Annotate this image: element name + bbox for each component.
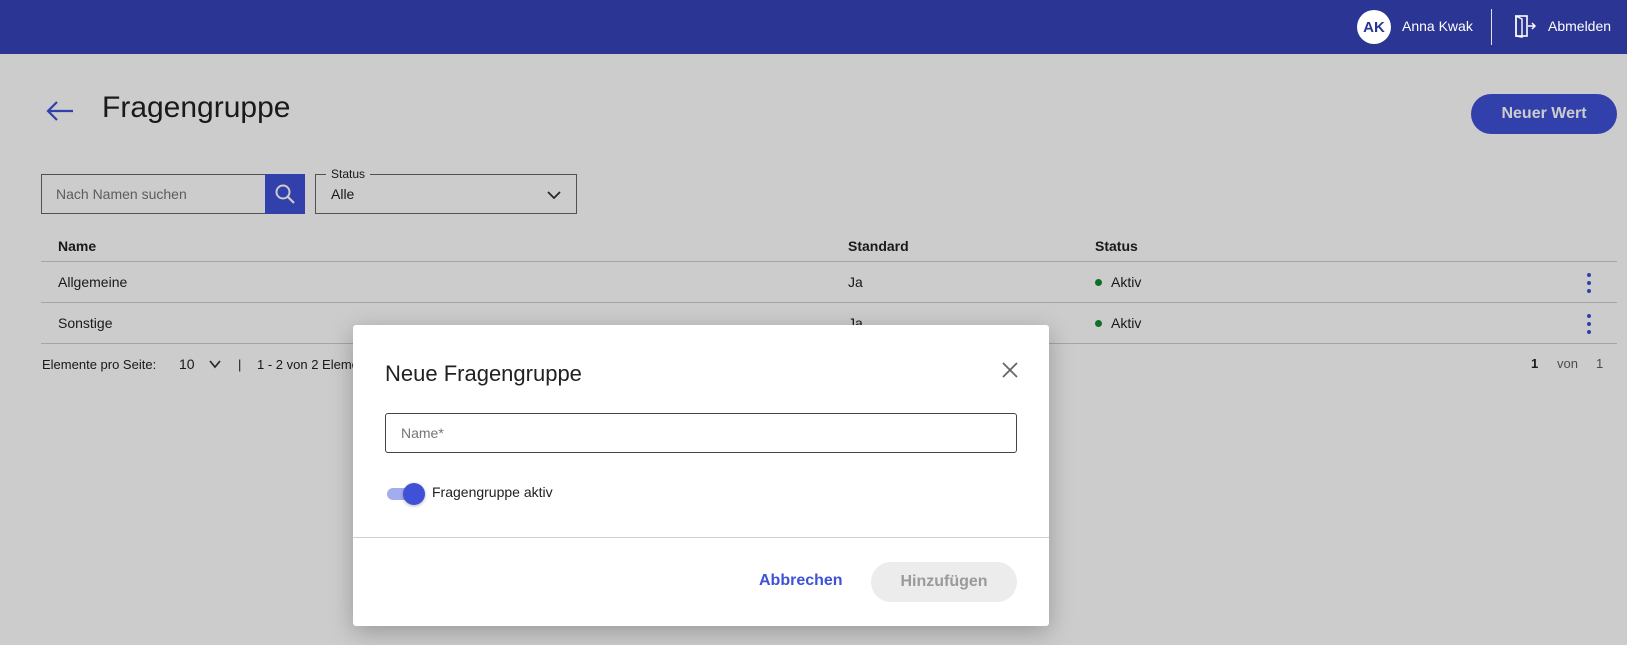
dialog-divider: [353, 537, 1049, 538]
close-icon[interactable]: [999, 359, 1021, 381]
user-name[interactable]: Anna Kwak: [1402, 18, 1473, 34]
top-bar: AK Anna Kwak Abmelden: [0, 0, 1627, 54]
add-button[interactable]: Hinzufügen: [871, 562, 1017, 602]
avatar[interactable]: AK: [1357, 10, 1391, 44]
new-question-group-dialog: Neue Fragengruppe Name* Fragengruppe akt…: [353, 325, 1049, 626]
logout-icon[interactable]: [1514, 14, 1536, 38]
name-input[interactable]: Name*: [385, 413, 1017, 453]
toggle-thumb: [403, 483, 425, 505]
active-toggle-label: Fragengruppe aktiv: [432, 484, 553, 500]
logout-button[interactable]: Abmelden: [1548, 18, 1611, 34]
cancel-button[interactable]: Abbrechen: [759, 572, 843, 590]
dialog-title: Neue Fragengruppe: [385, 361, 582, 386]
topbar-divider: [1491, 9, 1492, 45]
active-toggle[interactable]: [385, 483, 425, 505]
